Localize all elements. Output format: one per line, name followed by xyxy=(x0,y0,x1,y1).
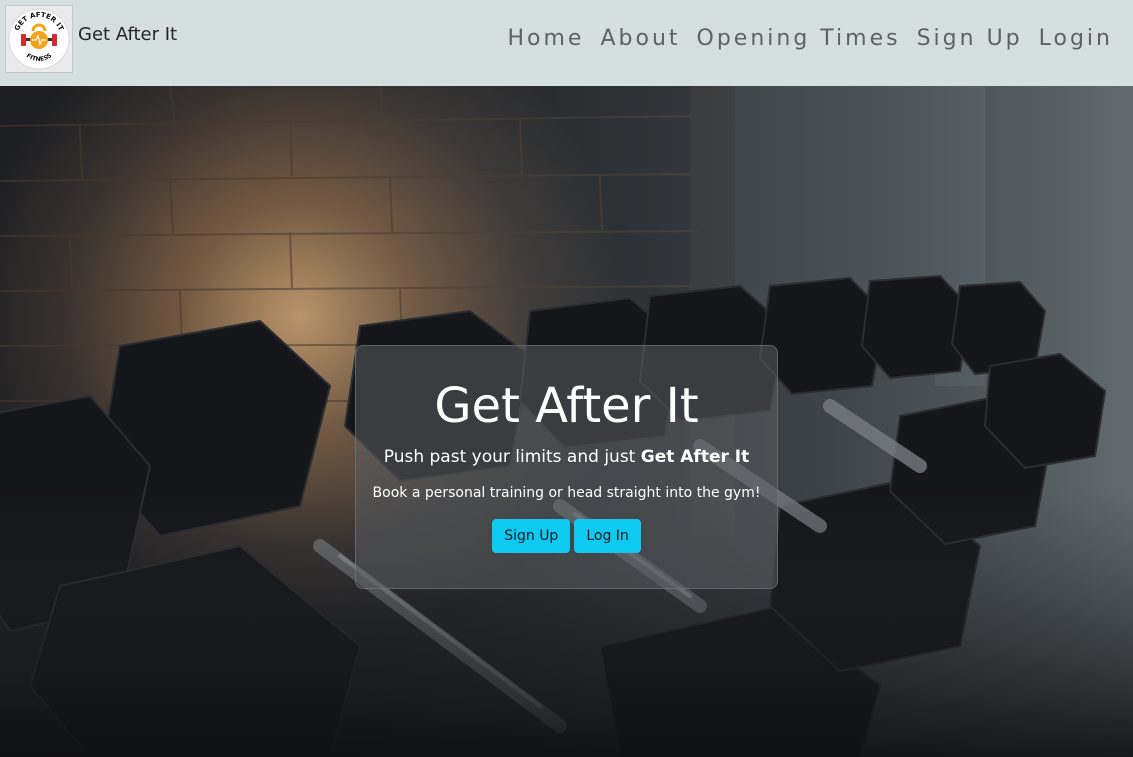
nav-link-about[interactable]: About xyxy=(592,22,688,56)
hero-subtitle-bold: Get After It xyxy=(640,447,750,467)
nav-link-opening-times[interactable]: Opening Times xyxy=(689,22,909,56)
nav-links: Home About Opening Times Sign Up Login xyxy=(500,22,1122,56)
hero-button-row: Sign Up Log In xyxy=(356,519,777,553)
nav-link-sign-up[interactable]: Sign Up xyxy=(909,22,1031,56)
sign-up-button[interactable]: Sign Up xyxy=(492,519,571,553)
navbar: GET AFTER IT FITNESS Get After It Home A… xyxy=(0,0,1133,86)
logo: GET AFTER IT FITNESS xyxy=(5,5,73,73)
hero-card: Get After It Push past your limits and j… xyxy=(355,345,778,589)
hero-tagline: Book a personal training or head straigh… xyxy=(372,485,761,501)
brand-name[interactable]: Get After It xyxy=(78,24,177,45)
hero-subtitle: Push past your limits and just Get After… xyxy=(356,444,777,470)
hero-subtitle-text: Push past your limits and just xyxy=(383,447,641,467)
hero-section: Get After It Push past your limits and j… xyxy=(0,86,1133,757)
nav-link-login[interactable]: Login xyxy=(1031,22,1121,56)
nav-link-home[interactable]: Home xyxy=(500,22,593,56)
kettlebell-logo-icon: GET AFTER IT FITNESS xyxy=(8,8,70,70)
log-in-button[interactable]: Log In xyxy=(574,519,641,553)
brand-link[interactable]: GET AFTER IT FITNESS Get After It xyxy=(5,5,177,73)
hero-title: Get After It xyxy=(434,378,699,434)
